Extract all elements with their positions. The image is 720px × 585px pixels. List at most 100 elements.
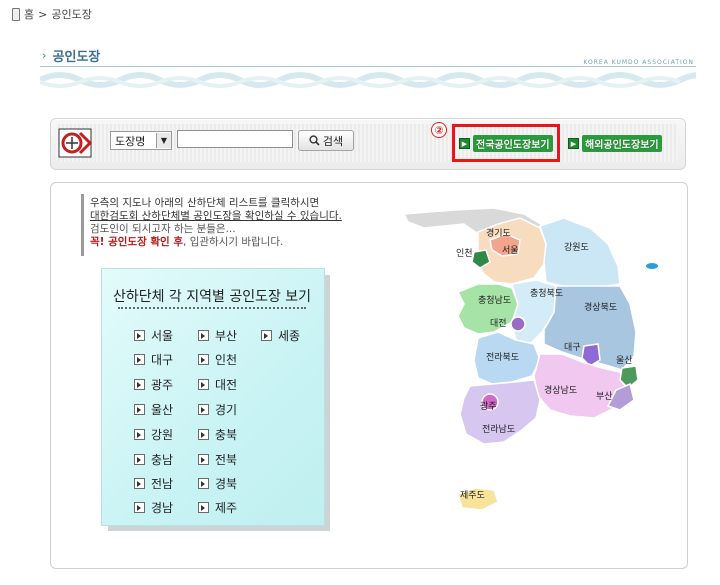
region-item-jeju[interactable]: 제주 <box>198 499 237 516</box>
region-label: 충남 <box>151 453 174 467</box>
home-icon[interactable] <box>12 7 20 21</box>
map-label-gyeonggi[interactable]: 경기도 <box>486 227 511 239</box>
intro-line-4-rest: , 입관하시기 바랍니다. <box>183 236 284 248</box>
map-region-gangwon[interactable] <box>539 217 621 289</box>
region-label: 경북 <box>215 477 238 491</box>
intro-line-1: 우측의 지도나 아래의 산하단체 리스트를 클릭하시면 <box>90 197 320 209</box>
region-label: 광주 <box>151 378 174 392</box>
region-item-gyeongnam[interactable]: 경남 <box>134 499 173 516</box>
map-region-daejeon[interactable] <box>510 316 526 332</box>
breadcrumb-separator: > <box>38 7 48 21</box>
intro-text: 우측의 지도나 아래의 산하단체 리스트를 클릭하시면 대한검도회 산하단체별 … <box>90 197 342 249</box>
region-label: 경남 <box>151 501 174 515</box>
org-text: KOREA KUMDO ASSOCIATION <box>583 59 694 66</box>
arrow-right-icon <box>198 404 209 415</box>
overseas-dojang-button[interactable]: ▶ 해외공인도장보기 <box>568 135 662 152</box>
map-label-gyeongnam[interactable]: 경상남도 <box>544 384 577 396</box>
arrow-right-icon <box>198 478 209 489</box>
arrow-right-icon <box>134 354 145 365</box>
region-item-sejong[interactable]: 세종 <box>261 327 300 344</box>
region-label: 서울 <box>151 329 174 343</box>
region-item-chungbuk[interactable]: 충북 <box>198 426 237 443</box>
arrow-right-icon <box>134 454 145 465</box>
intro-line-2: 대한검도회 산하단체별 공인도장을 확인하실 수 있습니다. <box>90 210 342 222</box>
region-item-ulsan[interactable]: 울산 <box>134 401 173 418</box>
search-icon <box>309 135 320 146</box>
map-label-jeju[interactable]: 제주도 <box>460 490 485 501</box>
map-label-chungbuk[interactable]: 충청북도 <box>530 288 563 299</box>
arrow-right-icon: ▶ <box>568 138 579 149</box>
map-label-ulsan[interactable]: 울산 <box>616 355 633 366</box>
kumdo-logo-icon <box>58 128 92 158</box>
search-type-value: 도장명 <box>115 134 146 148</box>
arrow-right-icon <box>134 478 145 489</box>
arrow-right-icon <box>198 379 209 390</box>
arrow-right-icon <box>134 429 145 440</box>
step-marker: ② <box>431 122 447 138</box>
map-region-chungnam[interactable] <box>456 283 519 335</box>
region-item-daegu[interactable]: 대구 <box>134 351 173 368</box>
national-dojang-button[interactable]: ▶ 전국공인도장보기 <box>459 135 553 152</box>
arrow-right-icon <box>198 429 209 440</box>
region-item-jeonbuk[interactable]: 전북 <box>198 451 237 468</box>
page-title: 공인도장 <box>52 50 101 65</box>
region-label: 대전 <box>215 378 238 392</box>
region-item-incheon[interactable]: 인천 <box>198 351 237 368</box>
search-button-label: 검색 <box>322 134 344 148</box>
map-label-incheon[interactable]: 인천 <box>456 248 473 259</box>
map-label-daegu[interactable]: 대구 <box>564 342 581 353</box>
region-item-gangwon[interactable]: 강원 <box>134 426 173 443</box>
region-item-gyeonggi[interactable]: 경기 <box>198 401 237 418</box>
region-item-daejeon[interactable]: 대전 <box>198 376 237 393</box>
map-island-dot <box>646 263 658 269</box>
region-label: 인천 <box>215 353 238 367</box>
region-label: 충북 <box>215 428 238 442</box>
arrow-right-icon <box>198 354 209 365</box>
arrow-right-icon <box>134 502 145 513</box>
region-item-seoul[interactable]: 서울 <box>134 327 173 344</box>
region-card-divider <box>118 307 306 313</box>
breadcrumb-home[interactable]: 홈 <box>24 6 34 22</box>
arrow-right-icon <box>198 454 209 465</box>
map-label-gangwon[interactable]: 강원도 <box>564 242 589 253</box>
breadcrumb: 홈 > 공인도장 <box>12 6 92 22</box>
region-label: 세종 <box>278 329 301 343</box>
intro-emphasis: 꼭! 공인도장 확인 후 <box>90 236 184 248</box>
region-label: 전남 <box>151 477 174 491</box>
arrow-right-icon <box>198 330 209 341</box>
search-type-select[interactable]: 도장명 ▼ <box>110 131 172 150</box>
wave-decoration <box>40 72 696 88</box>
overseas-dojang-label: 해외공인도장보기 <box>582 135 662 152</box>
intro-bar <box>81 194 84 256</box>
korea-region-map: 경기도 인천 서울 강원도 충청남도 충청북도 대전 경상북도 전라북도 대구 … <box>402 207 658 511</box>
region-item-gwangju[interactable]: 광주 <box>134 376 173 393</box>
map-label-chungnam[interactable]: 충청남도 <box>478 295 511 306</box>
region-item-gyeongbuk[interactable]: 경북 <box>198 475 237 492</box>
intro-line-3: 검도인이 되시고자 하는 분들은... <box>90 223 236 235</box>
arrow-right-icon: ▶ <box>459 138 470 149</box>
region-item-busan[interactable]: 부산 <box>198 327 237 344</box>
region-item-jeonnam[interactable]: 전남 <box>134 475 173 492</box>
map-label-seoul[interactable]: 서울 <box>502 245 519 256</box>
breadcrumb-current: 공인도장 <box>51 8 92 21</box>
arrow-right-icon <box>134 330 145 341</box>
title-divider <box>40 66 696 67</box>
map-label-busan[interactable]: 부산 <box>596 391 613 402</box>
region-card-title: 산하단체 각 지역별 공인도장 보기 <box>112 289 312 305</box>
search-button[interactable]: 검색 <box>298 130 354 151</box>
page-title-row: › 공인도장 <box>42 46 100 65</box>
map-label-gyeongbuk[interactable]: 경상북도 <box>584 301 617 313</box>
arrow-right-icon <box>261 330 272 341</box>
arrow-right-icon <box>198 502 209 513</box>
arrow-right-icon <box>134 404 145 415</box>
chevron-down-icon[interactable]: ▼ <box>156 133 171 148</box>
region-label: 강원 <box>151 428 174 442</box>
map-label-jeonbuk[interactable]: 전라북도 <box>486 352 519 363</box>
map-label-gwangju[interactable]: 광주 <box>480 400 497 412</box>
region-label: 제주 <box>215 501 238 515</box>
search-input[interactable] <box>177 130 293 148</box>
region-label: 대구 <box>151 353 174 367</box>
map-label-jeonnam[interactable]: 전라남도 <box>482 424 515 435</box>
region-item-chungnam[interactable]: 충남 <box>134 451 173 468</box>
map-label-daejeon[interactable]: 대전 <box>490 318 507 329</box>
